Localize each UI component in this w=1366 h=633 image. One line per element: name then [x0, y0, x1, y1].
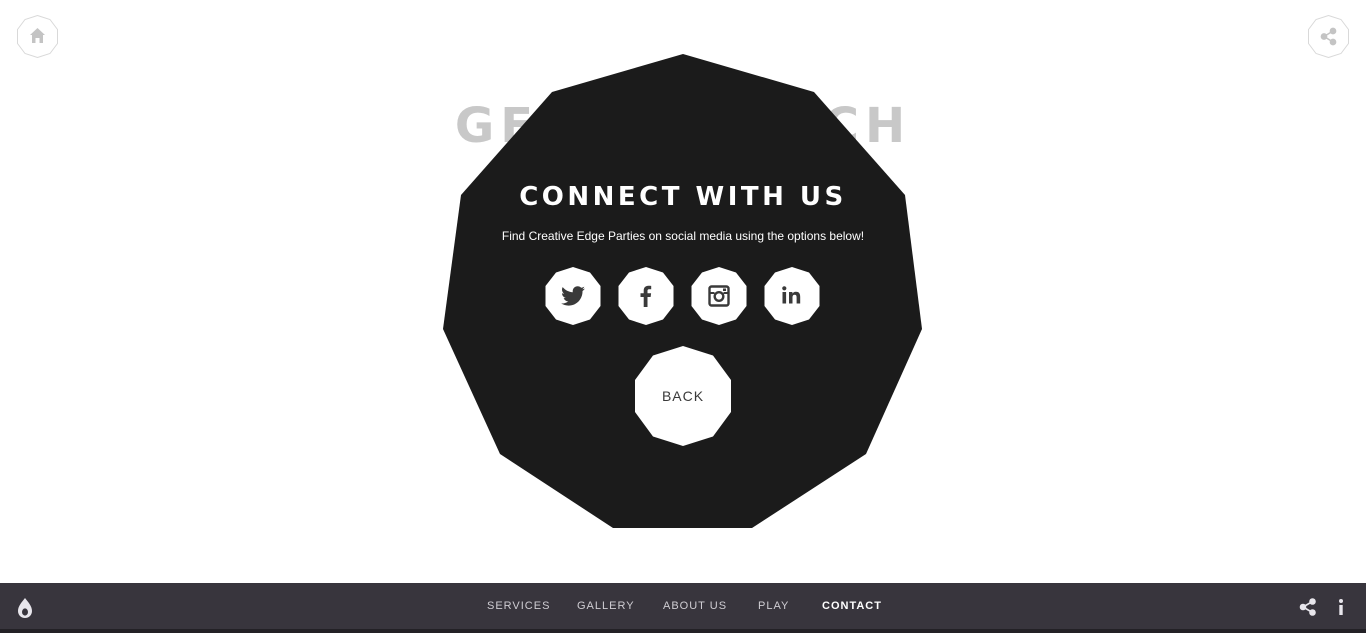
bottom-nav-bar: SERVICES GALLERY ABOUT US PLAY CONTACT — [0, 583, 1366, 633]
instagram-button[interactable] — [690, 267, 748, 325]
facebook-button-frame — [618, 267, 674, 325]
nav-item-contact[interactable]: CONTACT — [822, 600, 882, 612]
home-button[interactable] — [16, 15, 59, 58]
nav-item-play[interactable]: PLAY — [758, 600, 789, 612]
nav-item-about-us[interactable]: ABOUT US — [663, 600, 727, 612]
home-button-frame — [17, 15, 58, 58]
twitter-button-frame — [545, 267, 601, 325]
info-icon[interactable] — [1336, 598, 1346, 616]
linkedin-button[interactable] — [763, 267, 821, 325]
linkedin-button-frame — [764, 267, 820, 325]
facebook-button[interactable] — [617, 267, 675, 325]
instagram-button-frame — [691, 267, 747, 325]
connect-panel-shape — [443, 54, 922, 528]
share-icon[interactable] — [1299, 598, 1317, 616]
nav-item-services[interactable]: SERVICES — [487, 600, 550, 612]
back-button-label: BACK — [661, 388, 705, 404]
share-button[interactable] — [1307, 15, 1350, 58]
connect-panel — [443, 54, 923, 529]
connect-description: Find Creative Edge Parties on social med… — [501, 229, 865, 243]
logo-icon[interactable] — [16, 597, 34, 619]
share-button-frame — [1308, 15, 1349, 58]
nav-item-gallery[interactable]: GALLERY — [577, 600, 635, 612]
connect-title: CONNECT WITH US — [519, 182, 847, 212]
back-button[interactable]: BACK — [632, 346, 734, 446]
twitter-button[interactable] — [544, 267, 602, 325]
